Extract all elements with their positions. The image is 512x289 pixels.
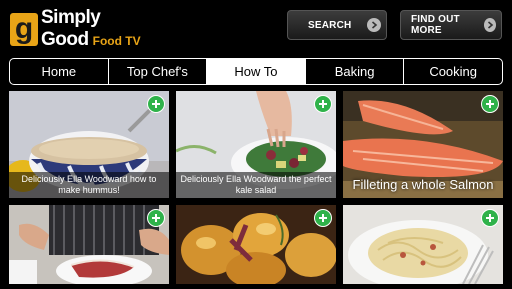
video-tile-filleting-salmon[interactable]: Filleting a whole Salmon	[343, 91, 503, 198]
chevron-right-icon	[367, 18, 381, 32]
add-icon[interactable]	[147, 95, 165, 113]
tab-home[interactable]: Home	[10, 59, 109, 84]
find-out-more-label: FIND OUT MORE	[411, 14, 460, 36]
add-icon[interactable]	[314, 95, 332, 113]
app-logo: g Simply Good Food TV	[10, 7, 141, 50]
logo-wordmark: Simply Good Food TV	[41, 7, 141, 51]
tab-baking[interactable]: Baking	[306, 59, 405, 84]
find-out-more-button[interactable]: FIND OUT MORE	[400, 10, 502, 40]
video-tile-kale-salad[interactable]: Deliciously Ella Woodward the perfect ka…	[176, 91, 336, 198]
logo-line-2: Good	[41, 29, 89, 50]
add-icon[interactable]	[147, 209, 165, 227]
logo-line-1: Simply	[41, 7, 101, 28]
logo-mark: g	[10, 12, 38, 46]
steak-thumbnail	[9, 205, 169, 284]
video-tile-pasta[interactable]	[343, 205, 503, 284]
add-icon[interactable]	[314, 209, 332, 227]
tab-top-chefs[interactable]: Top Chef's	[109, 59, 208, 84]
tab-cooking[interactable]: Cooking	[404, 59, 502, 84]
logo-subtitle: Food TV	[92, 34, 141, 48]
pasta-thumbnail	[343, 205, 503, 284]
video-tile-roast-potatoes[interactable]	[176, 205, 336, 284]
search-button-label: SEARCH	[308, 19, 352, 31]
chevron-right-icon	[483, 18, 496, 32]
add-icon[interactable]	[481, 95, 499, 113]
roast-potatoes-thumbnail	[176, 205, 336, 284]
video-caption: Deliciously Ella Woodward the perfect ka…	[176, 172, 336, 198]
video-caption: Filleting a whole Salmon	[352, 177, 494, 192]
add-icon[interactable]	[481, 209, 499, 227]
video-caption: Deliciously Ella Woodward how to make hu…	[9, 172, 169, 198]
category-tabs: Home Top Chef's How To Baking Cooking	[9, 58, 503, 85]
video-tile-hummus[interactable]: Deliciously Ella Woodward how to make hu…	[9, 91, 169, 198]
tab-how-to[interactable]: How To	[207, 59, 306, 84]
video-tile-steak[interactable]	[9, 205, 169, 284]
search-button[interactable]: SEARCH	[287, 10, 387, 40]
